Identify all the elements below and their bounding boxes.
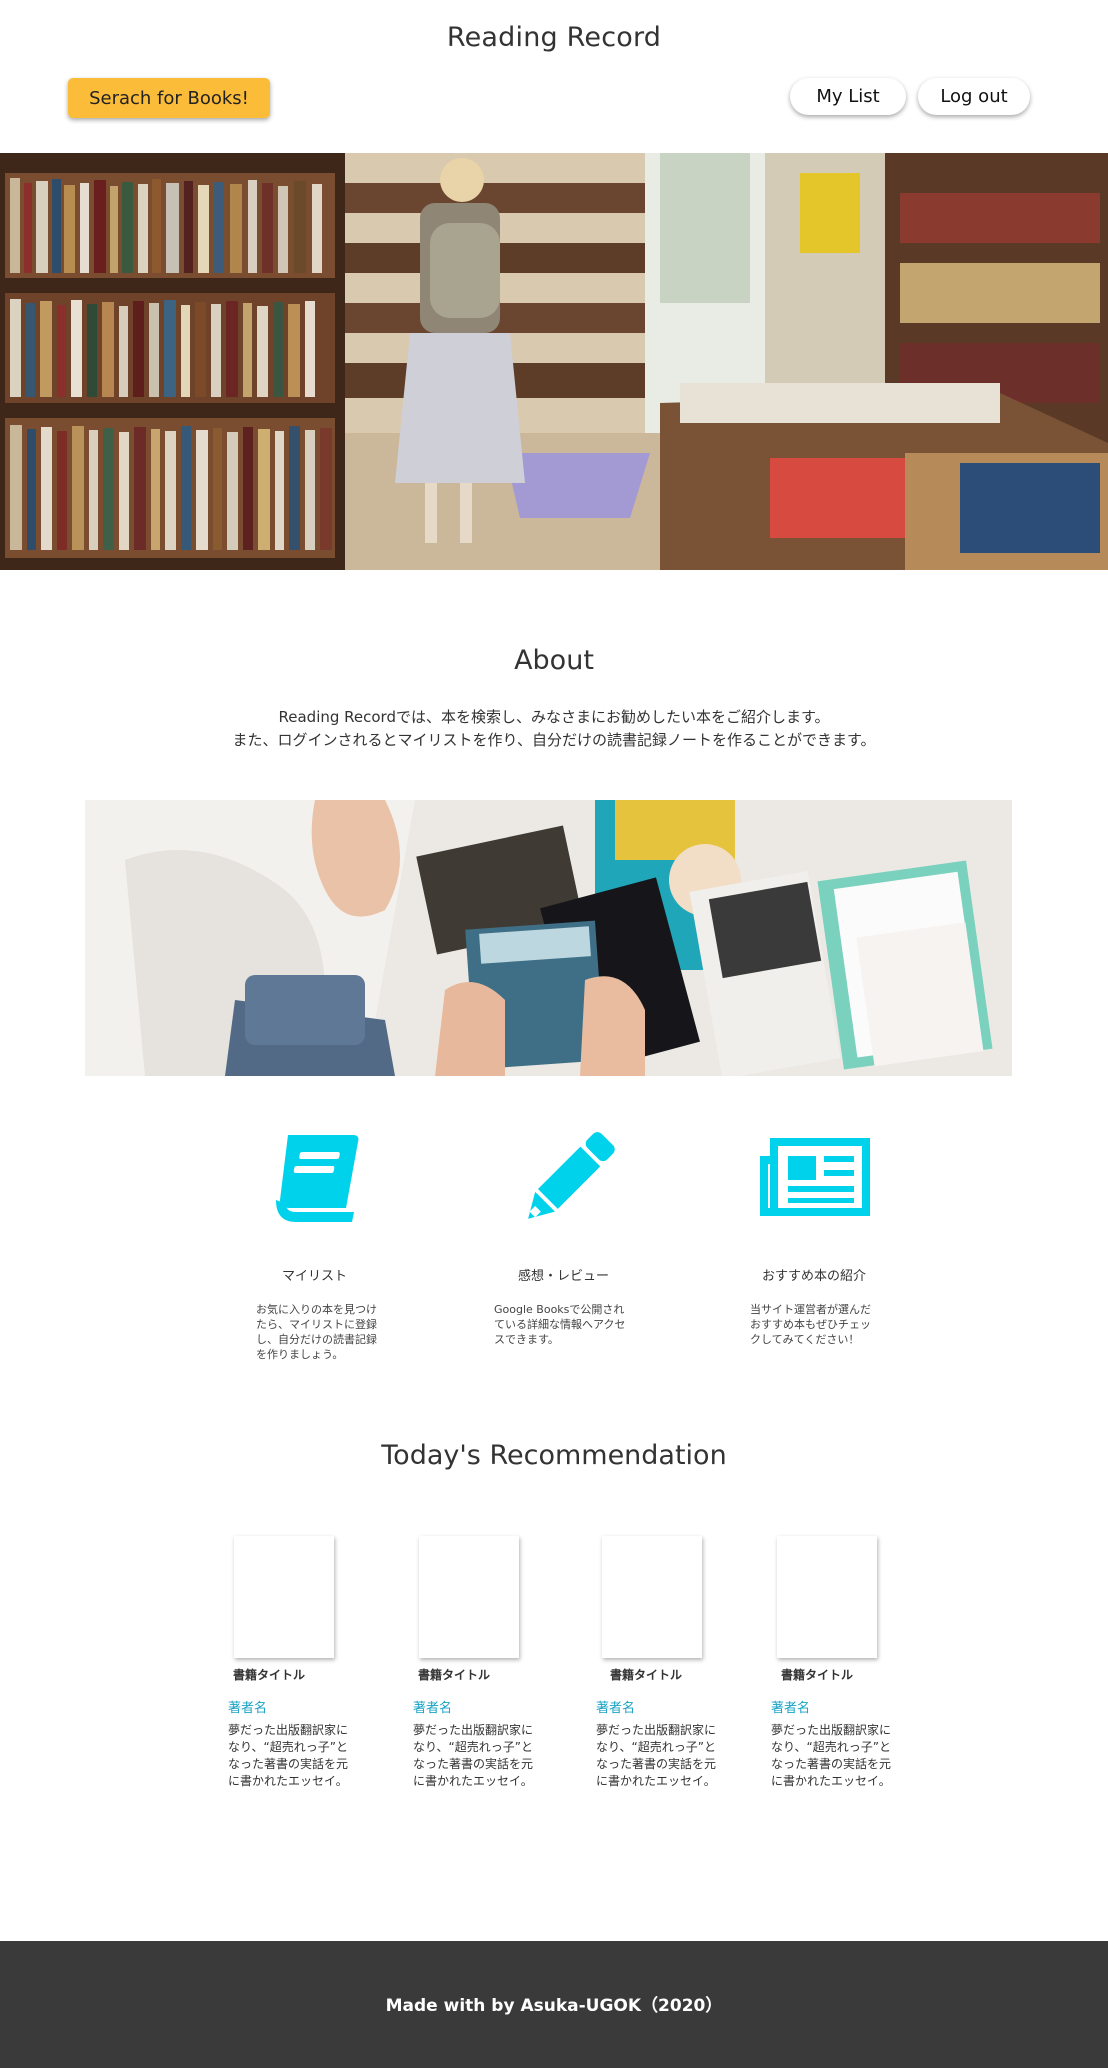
about-description: Reading Recordでは、本を検索し、みなさまにお勧めしたい本をご紹介し… <box>0 706 1108 752</box>
my-list-button[interactable]: My List <box>790 78 906 115</box>
reading-books-image <box>85 800 1012 1076</box>
site-header: Reading Record Serach for Books! My List… <box>0 0 1108 153</box>
search-books-button[interactable]: Serach for Books! <box>68 78 270 118</box>
pencil-icon <box>520 1130 630 1225</box>
book-title[interactable]: 書籍タイトル <box>781 1666 853 1683</box>
site-title[interactable]: Reading Record <box>0 22 1108 53</box>
feature-desc-review: Google Booksで公開されている詳細な情報へアクセスできます。 <box>494 1303 626 1346</box>
book-author[interactable]: 著者名 <box>413 1697 452 1716</box>
book-author[interactable]: 著者名 <box>596 1697 635 1716</box>
book-author[interactable]: 著者名 <box>228 1697 267 1716</box>
book-description: 夢だった出版翻訳家になり、“超売れっ子”となった著書の実話を元に書かれたエッセイ… <box>771 1723 892 1788</box>
feature-title-recommend: おすすめ本の紹介 <box>762 1269 867 1284</box>
book-cover[interactable] <box>602 1536 702 1658</box>
newspaper-icon <box>760 1130 870 1225</box>
book-description: 夢だった出版翻訳家になり、“超売れっ子”となった著書の実話を元に書かれたエッセイ… <box>228 1723 349 1788</box>
feature-desc-my-list: お気に入りの本を見つけたら、マイリストに登録し、自分だけの読書記録を作りましょう… <box>256 1303 377 1361</box>
feature-title-my-list: マイリスト <box>282 1269 348 1284</box>
feature-title-review: 感想・レビュー <box>518 1269 610 1284</box>
book-title[interactable]: 書籍タイトル <box>610 1666 682 1683</box>
book-cover[interactable] <box>419 1536 519 1658</box>
book-author[interactable]: 著者名 <box>771 1697 810 1716</box>
site-footer: Made with by Asuka-UGOK（2020） <box>0 1941 1108 2068</box>
about-line-1: Reading Recordでは、本を検索し、みなさまにお勧めしたい本をご紹介し… <box>278 708 830 726</box>
book-description: 夢だった出版翻訳家になり、“超売れっ子”となった著書の実話を元に書かれたエッセイ… <box>413 1723 534 1788</box>
feature-desc-recommend: 当サイト運営者が選んだおすすめ本もぜひチェックしてみてください！ <box>750 1303 871 1346</box>
book-title[interactable]: 書籍タイトル <box>233 1666 305 1683</box>
book-icon <box>268 1130 378 1225</box>
book-description: 夢だった出版翻訳家になり、“超売れっ子”となった著書の実話を元に書かれたエッセイ… <box>596 1723 717 1788</box>
hero-bookstore-image <box>0 153 1108 570</box>
logout-button[interactable]: Log out <box>918 78 1030 115</box>
footer-credit: Made with by Asuka-UGOK（2020） <box>385 1996 723 2016</box>
book-cover[interactable] <box>777 1536 877 1658</box>
recommendation-title: Today's Recommendation <box>381 1440 727 1471</box>
about-line-2: また、ログインされるとマイリストを作り、自分だけの読書記録ノートを作ることができ… <box>232 731 876 749</box>
about-title: About <box>514 645 594 676</box>
book-title[interactable]: 書籍タイトル <box>418 1666 490 1683</box>
book-cover[interactable] <box>234 1536 334 1658</box>
